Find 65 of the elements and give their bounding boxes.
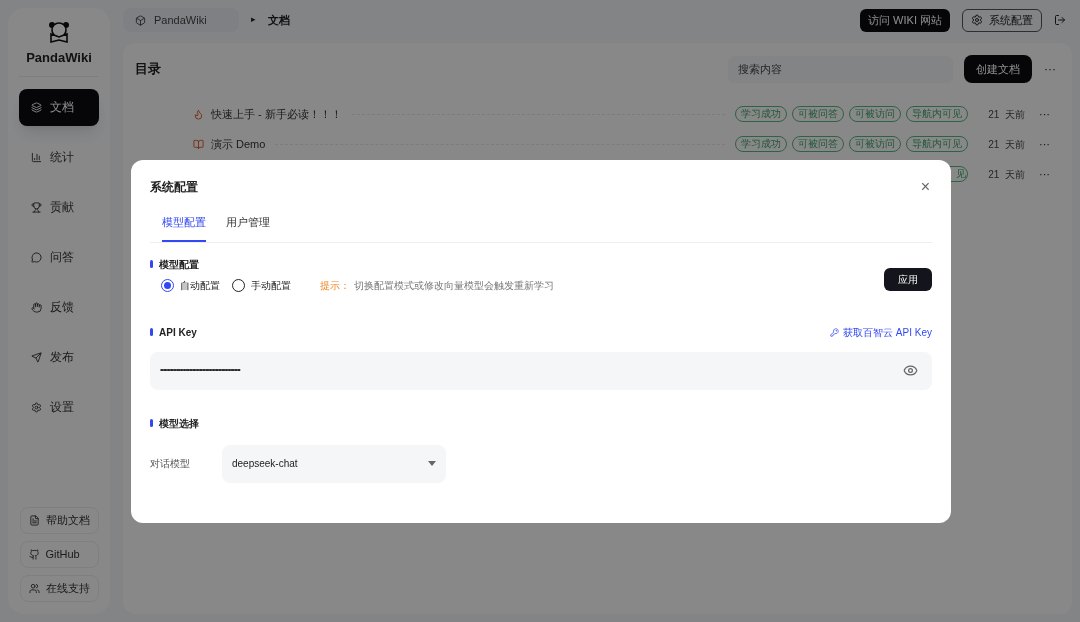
updated-time: 21 天前 bbox=[988, 107, 1025, 122]
sidebar-item[interactable]: 设置 bbox=[19, 388, 99, 426]
panda-logo-icon bbox=[47, 20, 71, 44]
brand-name: PandaWiki bbox=[26, 49, 92, 67]
hand-icon bbox=[31, 301, 42, 313]
dialog-tab[interactable]: 模型配置 bbox=[162, 214, 206, 242]
sidebar-item[interactable]: 反馈 bbox=[19, 288, 99, 326]
sidebar-item[interactable]: 统计 bbox=[19, 138, 99, 176]
radio-label[interactable]: 手动配置 bbox=[251, 277, 291, 293]
footer-link[interactable]: GitHub bbox=[19, 541, 99, 568]
settings-icon bbox=[971, 14, 983, 26]
doc-title[interactable]: 演示 Demo bbox=[211, 135, 266, 153]
paper-plane-icon bbox=[31, 351, 42, 363]
model-select[interactable]: deepseek-chat bbox=[222, 444, 446, 483]
section-title: 模型配置 bbox=[159, 257, 199, 272]
section-marker bbox=[150, 328, 153, 336]
section-title: 模型选择 bbox=[159, 416, 199, 431]
section-marker bbox=[150, 419, 153, 427]
breadcrumb-root[interactable]: PandaWiki bbox=[123, 8, 239, 32]
dialog-title: 系统配置 bbox=[150, 179, 198, 196]
create-doc-button[interactable]: 创建文档 bbox=[964, 55, 1032, 83]
show-password-icon[interactable] bbox=[903, 363, 918, 378]
breadcrumb-text: PandaWiki bbox=[154, 12, 207, 28]
apply-button[interactable]: 应用 bbox=[884, 267, 932, 291]
dropdown-caret-icon bbox=[428, 461, 436, 466]
sidebar-item[interactable]: 发布 bbox=[19, 338, 99, 376]
layers-icon bbox=[31, 101, 42, 113]
model-label: 对话模型 bbox=[150, 457, 191, 471]
get-api-key-link[interactable]: 获取百智云 API Key bbox=[830, 324, 932, 340]
document-icon bbox=[28, 515, 40, 526]
sidebar-item[interactable]: 文档 bbox=[19, 88, 99, 126]
chat-bubble-icon bbox=[31, 251, 42, 263]
sidebar-item[interactable]: 问答 bbox=[19, 238, 99, 276]
people-icon bbox=[28, 583, 40, 594]
close-button[interactable]: × bbox=[920, 179, 930, 195]
updated-time: 21 天前 bbox=[988, 167, 1025, 182]
radio-label[interactable]: 自动配置 bbox=[180, 277, 220, 293]
footer-link[interactable]: 在线支持 bbox=[19, 575, 99, 602]
bar-chart-icon bbox=[31, 151, 42, 163]
dialog-tab[interactable]: 用户管理 bbox=[226, 214, 270, 242]
section-marker bbox=[150, 260, 153, 268]
hint-text: 切换配置模式或修改向量模型会触发重新学习 bbox=[354, 278, 554, 293]
book-icon bbox=[193, 138, 204, 150]
settings-button[interactable]: 系统配置 bbox=[962, 8, 1042, 32]
visit-site-button[interactable]: 访问 WIKI 网站 bbox=[860, 8, 950, 32]
row-more-button[interactable]: ··· bbox=[1039, 165, 1050, 183]
flame-icon bbox=[193, 108, 204, 120]
breadcrumb-current: 文档 bbox=[268, 12, 290, 28]
cube-icon bbox=[135, 14, 146, 26]
more-button[interactable]: ··· bbox=[1044, 60, 1056, 78]
logout-icon[interactable] bbox=[1054, 14, 1066, 26]
github-icon bbox=[28, 549, 40, 560]
row-more-button[interactable]: ··· bbox=[1039, 105, 1050, 123]
sidebar-item[interactable]: 贡献 bbox=[19, 188, 99, 226]
section-title: API Key bbox=[159, 325, 197, 340]
settings-icon bbox=[31, 401, 42, 413]
updated-time: 21 天前 bbox=[988, 137, 1025, 152]
hint-label: 提示： bbox=[320, 278, 350, 293]
trophy-icon bbox=[31, 201, 42, 213]
catalog-title: 目录 bbox=[135, 60, 161, 79]
row-more-button[interactable]: ··· bbox=[1039, 135, 1050, 153]
breadcrumb-separator: ▸ bbox=[251, 13, 256, 27]
footer-link[interactable]: 帮助文档 bbox=[19, 507, 99, 534]
search-field[interactable]: 搜索内容 bbox=[728, 55, 953, 83]
doc-title[interactable]: 快速上手 - 新手必读！！！ bbox=[211, 105, 342, 123]
